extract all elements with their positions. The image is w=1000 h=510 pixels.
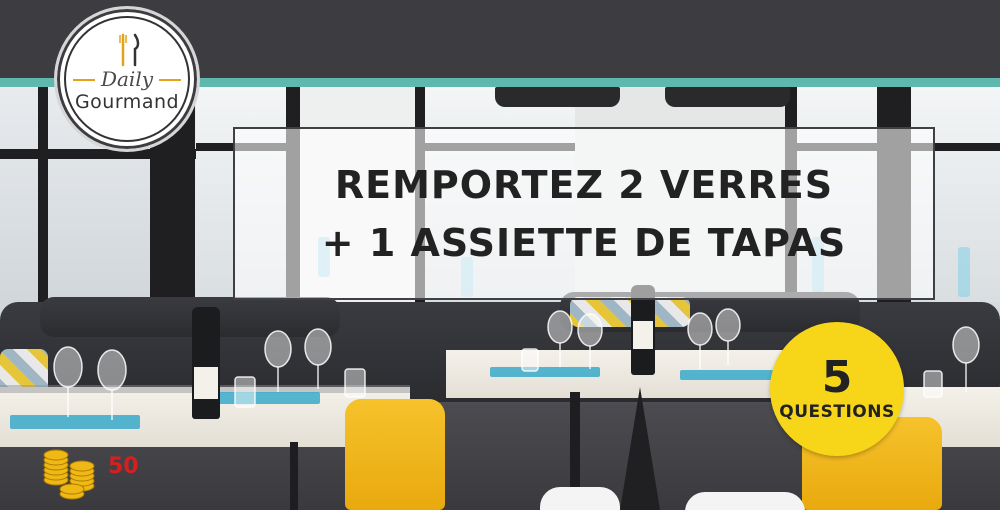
questions-count: 5 <box>821 352 853 403</box>
coins-icon <box>43 449 95 500</box>
headline-line-1: REMPORTEZ 2 VERRES <box>334 162 834 207</box>
headline-banner: REMPORTEZ 2 VERRES + 1 ASSIETTE DE TAPAS <box>233 127 935 300</box>
questions-badge: 5 QUESTIONS <box>770 322 904 456</box>
logo-text-gourmand: Gourmand <box>74 91 180 113</box>
logo-text-daily: Daily <box>100 67 154 91</box>
coins-reward: 50 <box>0 432 210 510</box>
questions-label: QUESTIONS <box>779 402 895 422</box>
utensils-icon <box>119 33 140 67</box>
daily-gourmand-logo[interactable]: Daily Gourmand <box>54 6 200 152</box>
coins-value: 50 <box>108 454 139 479</box>
headline-line-2: + 1 ASSIETTE DE TAPAS <box>321 220 847 265</box>
